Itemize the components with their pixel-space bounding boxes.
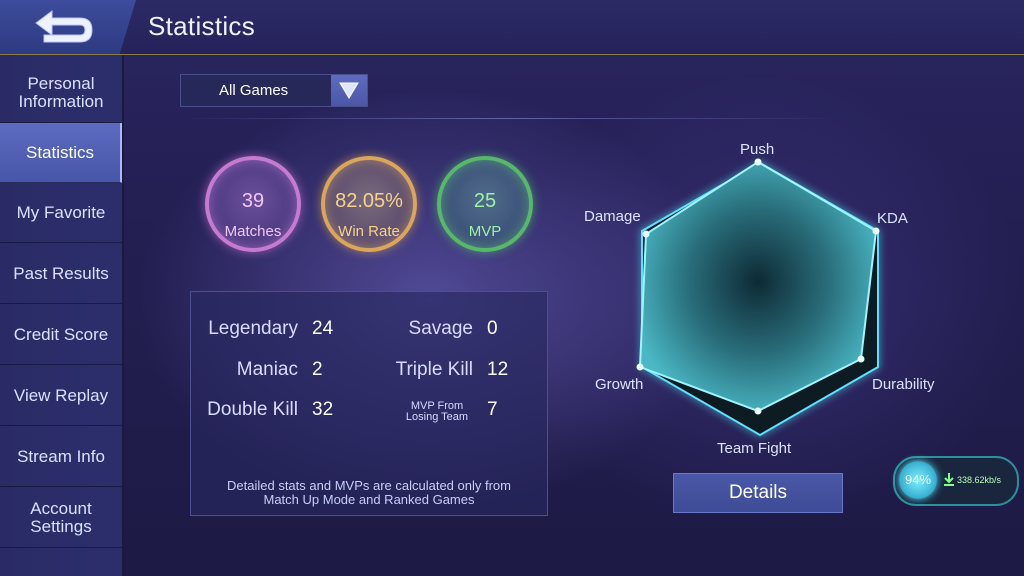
radar-point-durability bbox=[857, 355, 865, 363]
radar-point-growth bbox=[636, 363, 644, 371]
mvp-losing-team-label: MVP From Losing Team bbox=[401, 401, 473, 423]
sidebar-item-account-settings[interactable]: Account Settings bbox=[0, 488, 122, 548]
radar-chart bbox=[636, 158, 880, 437]
dropdown-toggle[interactable] bbox=[331, 75, 367, 106]
radar-label-durability: Durability bbox=[872, 376, 935, 393]
mvp-label: MVP bbox=[468, 223, 502, 240]
network-widget[interactable]: 94% 338.62kb/s bbox=[893, 456, 1019, 506]
legendary-value: 24 bbox=[312, 318, 334, 339]
sidebar-item-my-favorite[interactable]: My Favorite bbox=[0, 183, 122, 243]
maniac-value: 2 bbox=[312, 359, 323, 380]
radar-point-push bbox=[754, 158, 762, 166]
page-title: Statistics bbox=[148, 11, 256, 41]
savage-label: Savage bbox=[408, 318, 473, 339]
mvp-losing-team-value: 7 bbox=[487, 399, 498, 420]
sidebar-item-personal-information[interactable]: Personal Information bbox=[0, 63, 122, 123]
sidebar: Personal Information Statistics My Favor… bbox=[0, 55, 124, 576]
sidebar-item-label: Stream Info bbox=[17, 446, 105, 466]
sidebar-item-label: Personal Information bbox=[18, 73, 104, 111]
sidebar-item-statistics[interactable]: Statistics bbox=[0, 123, 122, 183]
matches-value: 39 bbox=[241, 190, 265, 212]
sidebar-item-label: Account Settings bbox=[30, 498, 92, 536]
section-divider bbox=[180, 118, 840, 119]
triple-kill-value: 12 bbox=[487, 359, 509, 380]
radar-point-team-fight bbox=[754, 407, 762, 415]
matches-circle: 39 Matches bbox=[205, 156, 301, 252]
sidebar-item-credit-score[interactable]: Credit Score bbox=[0, 305, 122, 365]
sidebar-item-label: Past Results bbox=[13, 263, 109, 283]
mvp-circle: 25 MVP bbox=[437, 156, 533, 252]
radar-label-push: Push bbox=[740, 141, 775, 158]
sidebar-item-past-results[interactable]: Past Results bbox=[0, 244, 122, 304]
stat-row: Maniac 2 Triple Kill 12 bbox=[191, 359, 547, 383]
header-bar: Statistics bbox=[0, 0, 1024, 55]
double-kill-value: 32 bbox=[312, 399, 334, 420]
maniac-label: Maniac bbox=[236, 359, 298, 380]
sidebar-item-view-replay[interactable]: View Replay bbox=[0, 366, 122, 426]
radar-point-kda bbox=[872, 227, 880, 235]
matches-label: Matches bbox=[224, 223, 282, 240]
sidebar-item-label: My Favorite bbox=[16, 202, 106, 222]
stat-row: Legendary 24 Savage 0 bbox=[191, 318, 547, 342]
chevron-down-icon bbox=[339, 82, 359, 99]
radar-label-kda: KDA bbox=[877, 210, 908, 227]
game-mode-dropdown[interactable]: All Games bbox=[180, 74, 368, 107]
sidebar-item-label: Statistics bbox=[25, 142, 95, 162]
stats-note-line2: Match Up Mode and Ranked Games bbox=[263, 492, 475, 507]
sidebar-item-label: View Replay bbox=[13, 385, 109, 405]
win-rate-circle: 82.05% Win Rate bbox=[321, 156, 417, 252]
sidebar-item-stream-info[interactable]: Stream Info bbox=[0, 427, 122, 487]
radar-point-damage bbox=[642, 230, 650, 238]
back-arrow-icon bbox=[35, 10, 93, 43]
stat-row: Double Kill 32 MVP From Losing Team 7 bbox=[191, 399, 547, 423]
savage-value: 0 bbox=[487, 318, 498, 339]
legendary-label: Legendary bbox=[208, 318, 298, 339]
download-arrow-icon bbox=[944, 473, 954, 486]
stats-note: Detailed stats and MVPs are calculated o… bbox=[191, 479, 547, 507]
triple-kill-label: Triple Kill bbox=[395, 359, 473, 380]
double-kill-label: Double Kill bbox=[207, 399, 298, 420]
stats-panel: Legendary 24 Savage 0 Maniac 2 Triple Ki… bbox=[190, 291, 548, 516]
radar-label-damage: Damage bbox=[584, 208, 641, 225]
network-speed: 338.62kb/s bbox=[957, 475, 1002, 485]
mvp-value: 25 bbox=[473, 190, 497, 212]
network-percent: 94% bbox=[899, 461, 937, 499]
details-button[interactable]: Details bbox=[673, 473, 843, 513]
stats-note-line1: Detailed stats and MVPs are calculated o… bbox=[227, 478, 511, 493]
sidebar-item-label: Credit Score bbox=[13, 324, 109, 344]
radar-label-team-fight: Team Fight bbox=[717, 440, 792, 457]
back-button[interactable] bbox=[0, 0, 136, 54]
mvp-losing-label-line2: Losing Team bbox=[405, 411, 469, 423]
win-rate-label: Win Rate bbox=[338, 223, 400, 240]
win-rate-value: 82.05% bbox=[335, 190, 403, 212]
radar-label-growth: Growth bbox=[595, 376, 644, 393]
dropdown-selected-label: All Games bbox=[219, 82, 289, 99]
